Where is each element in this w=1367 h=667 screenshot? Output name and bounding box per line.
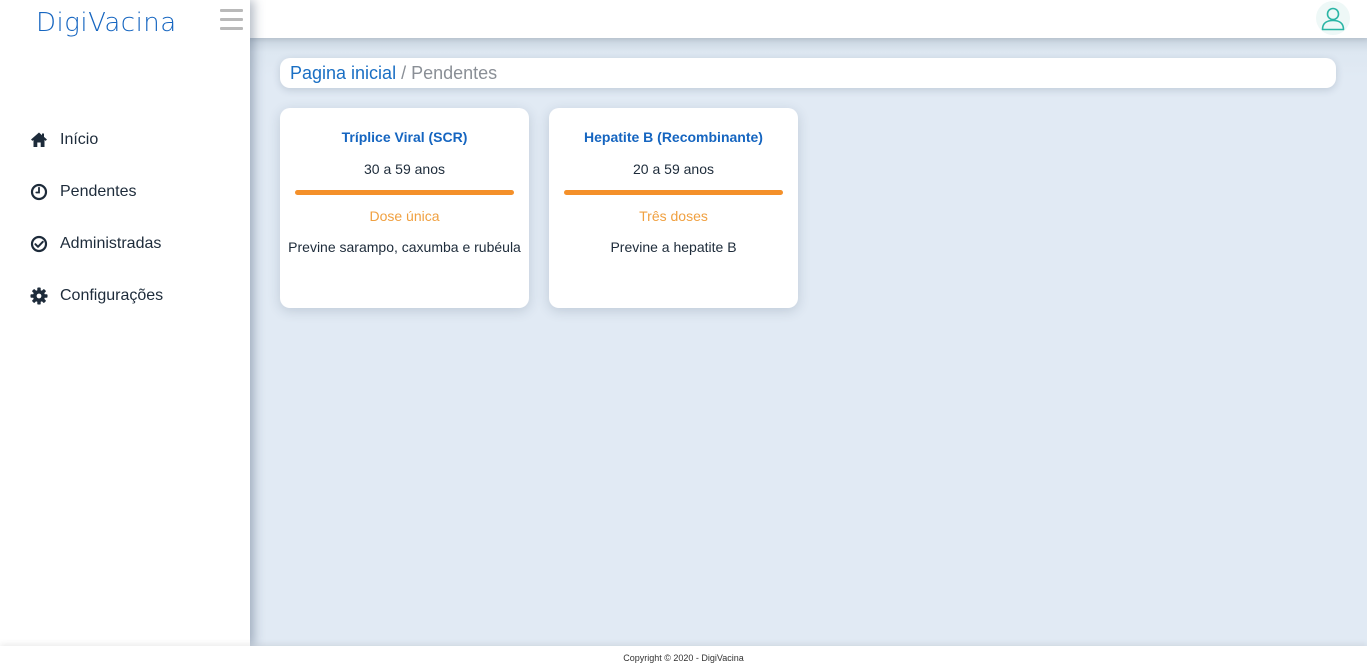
user-avatar[interactable] [1316,1,1350,35]
sidebar-item-label: Configurações [60,287,164,304]
card-divider-bar [564,190,783,195]
vaccine-card[interactable]: Hepatite B (Recombinante) 20 a 59 anos T… [549,108,798,308]
vaccine-description: Previne sarampo, caxumba e rubéula [288,239,521,255]
vaccine-description: Previne a hepatite B [610,239,737,255]
sidebar-item-label: Pendentes [60,183,137,200]
breadcrumb-home-link[interactable]: Pagina inicial [290,63,396,84]
sidebar: DigiVacina Início Pendentes Administrada… [0,0,250,646]
top-bar [250,0,1367,38]
vaccine-card-list: Tríplice Viral (SCR) 30 a 59 anos Dose ú… [280,108,818,308]
vaccine-title: Tríplice Viral (SCR) [341,129,468,145]
clock-icon [30,183,48,201]
sidebar-item-label: Administradas [60,235,162,252]
main-content: Pagina inicial / Pendentes Tríplice Vira… [250,38,1367,646]
menu-toggle-icon[interactable] [220,9,243,32]
brand-logo[interactable]: DigiVacina [36,8,177,38]
footer: Copyright © 2020 - DigiVacina [0,646,1367,667]
card-divider-bar [295,190,514,195]
home-icon [30,131,48,149]
vaccine-age-range: 20 a 59 anos [633,161,714,177]
sidebar-item-label: Início [60,131,99,148]
vaccine-card[interactable]: Tríplice Viral (SCR) 30 a 59 anos Dose ú… [280,108,529,308]
sidebar-item-inicio[interactable]: Início [0,114,250,166]
sidebar-item-configuracoes[interactable]: Configurações [0,270,250,322]
breadcrumb-current: Pendentes [411,62,498,83]
sidebar-item-administradas[interactable]: Administradas [0,218,250,270]
check-circle-icon [30,235,48,253]
copyright-text: Copyright © 2020 - DigiVacina [623,653,744,663]
vaccine-dose: Três doses [639,208,708,224]
breadcrumb-separator: / [401,62,407,83]
vaccine-age-range: 30 a 59 anos [364,161,445,177]
user-icon [1321,7,1345,31]
sidebar-nav: Início Pendentes Administradas Configura… [0,114,250,322]
gear-icon [30,287,48,305]
sidebar-item-pendentes[interactable]: Pendentes [0,166,250,218]
vaccine-dose: Dose única [369,208,440,224]
vaccine-title: Hepatite B (Recombinante) [584,129,763,145]
breadcrumb: Pagina inicial / Pendentes [280,58,1336,88]
